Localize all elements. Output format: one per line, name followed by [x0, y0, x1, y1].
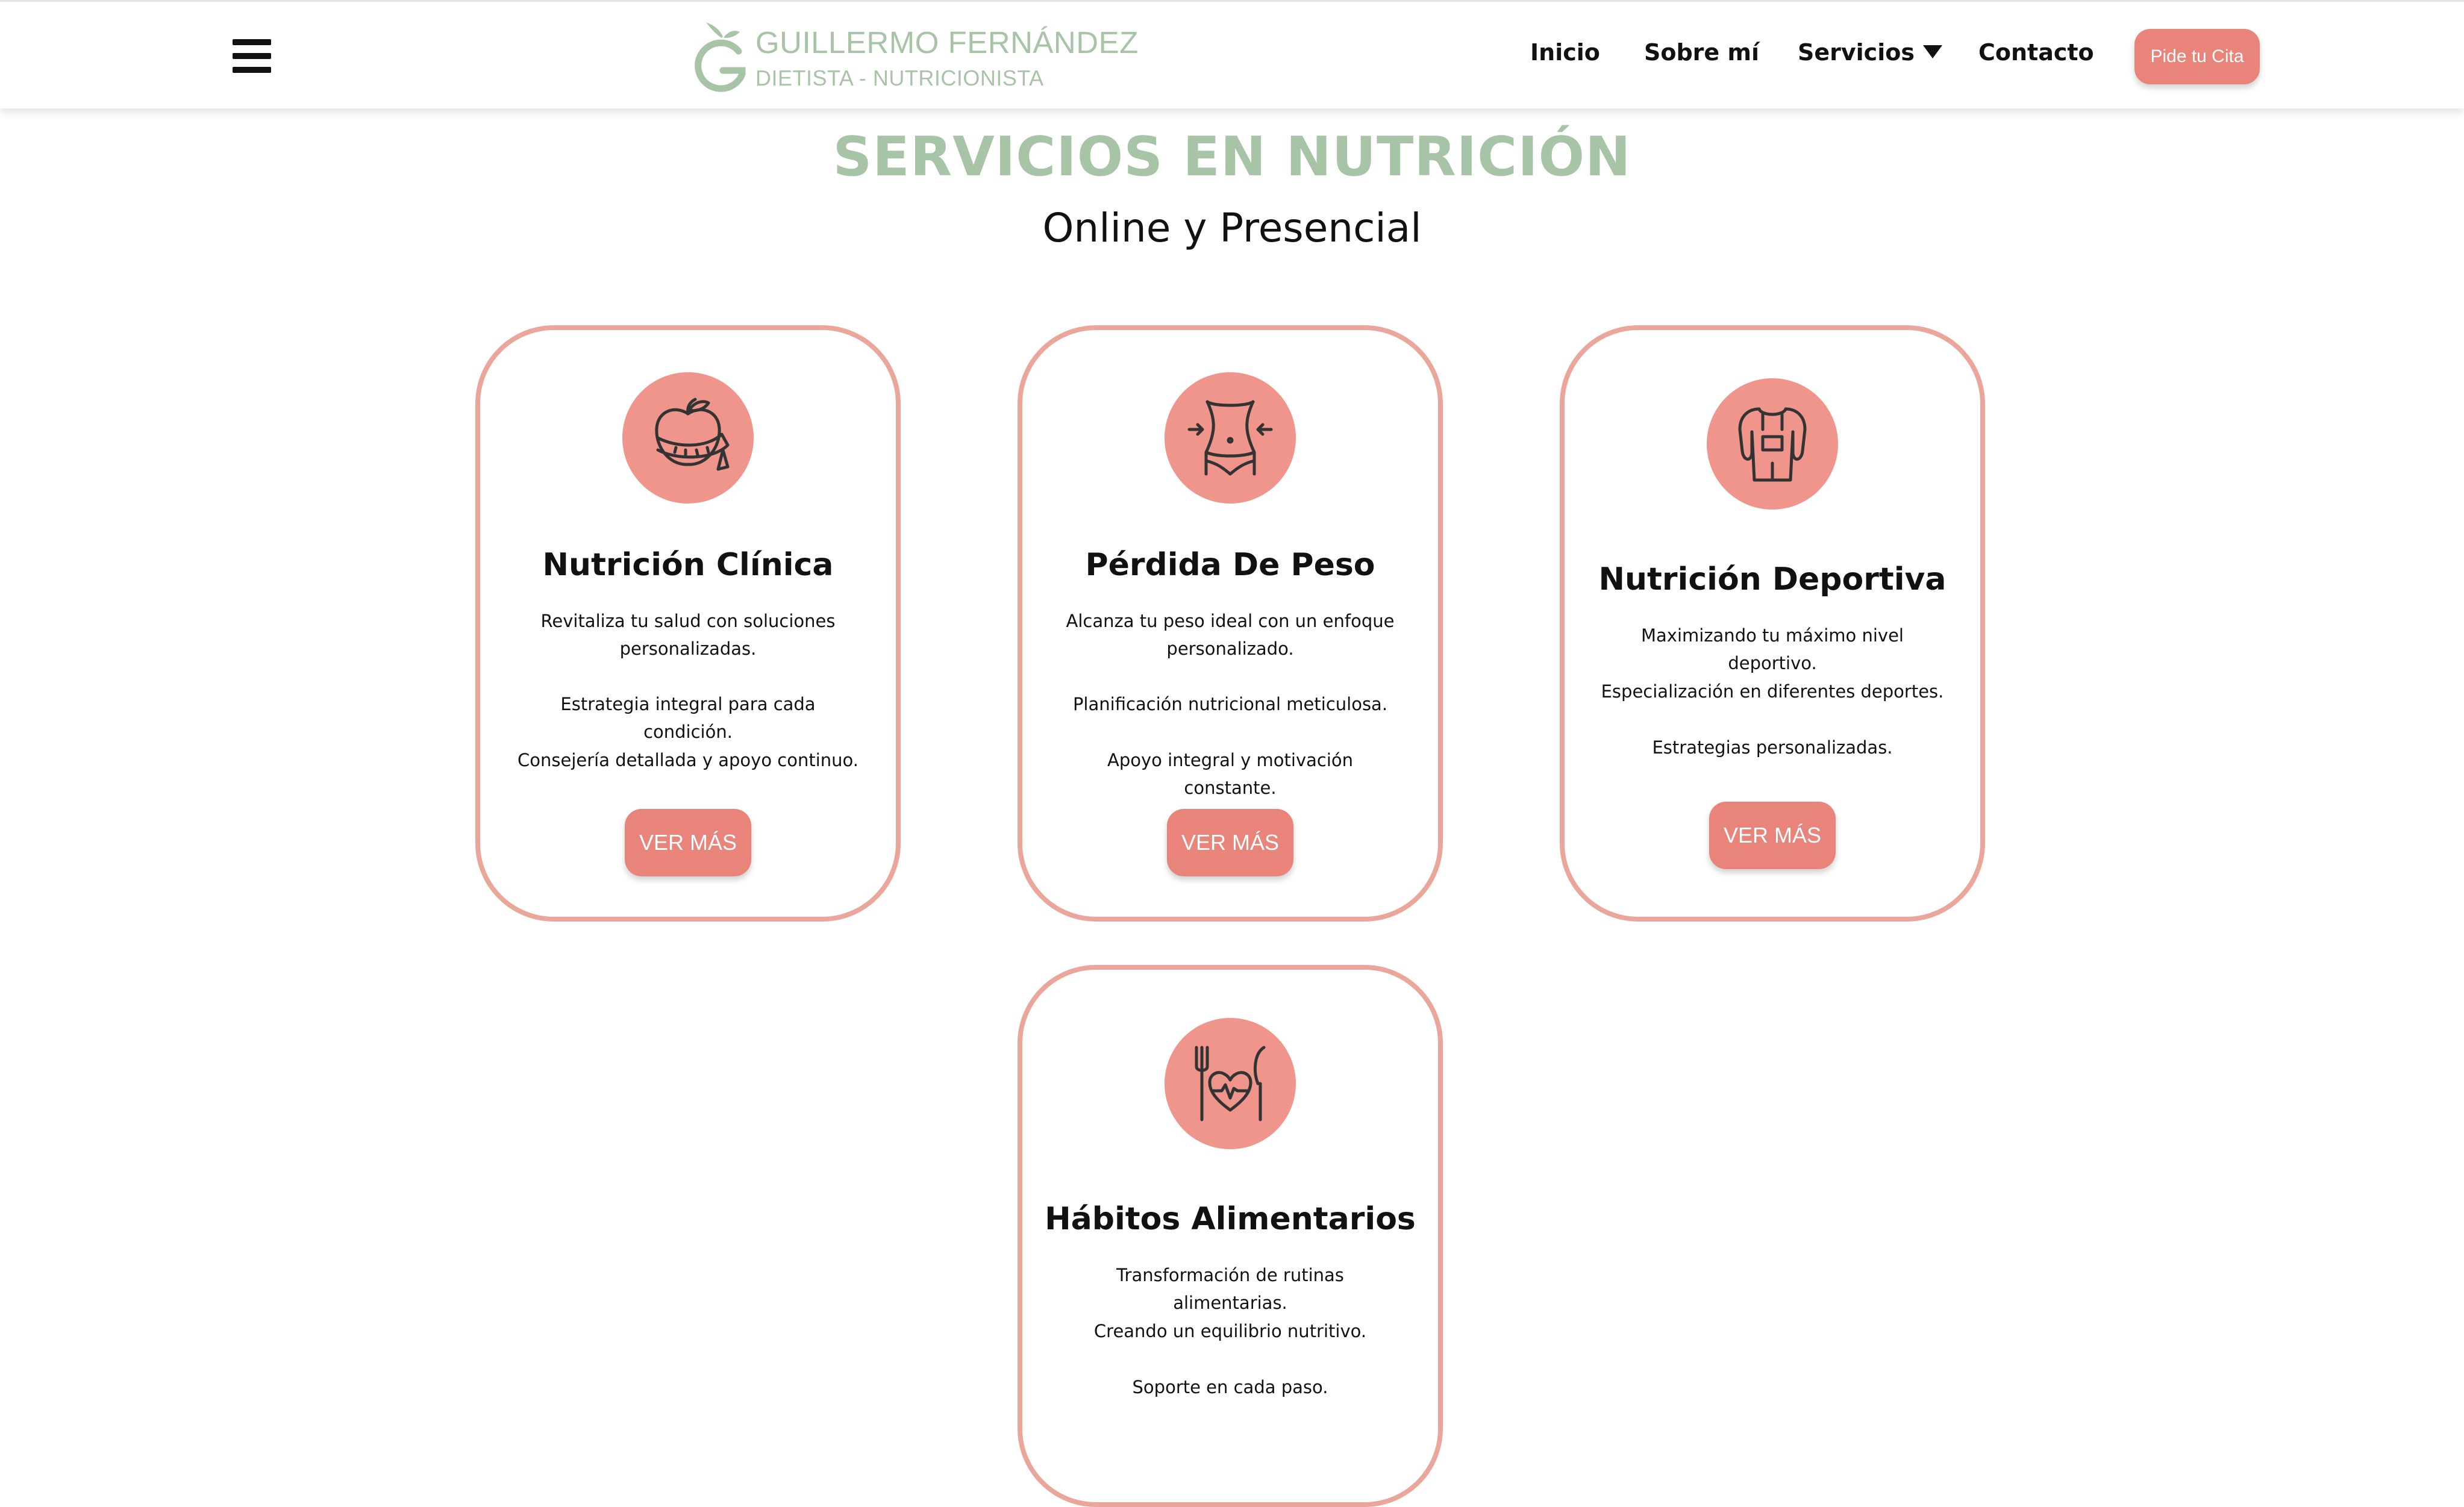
g-apple-logo-icon	[695, 22, 746, 92]
card-line: Soporte en cada paso.	[1132, 1377, 1328, 1397]
card-line: Maximizando tu máximo nivel deportivo.	[1641, 625, 1904, 673]
site-header: GUILLERMO FERNÁNDEZ DIETISTA - NUTRICION…	[0, 0, 2464, 108]
card-title: Nutrición Deportiva	[1598, 561, 1946, 597]
page-title: SERVICIOS EN NUTRICIÓN	[833, 125, 1631, 189]
card-line: Planificación nutricional meticulosa.	[1072, 694, 1388, 714]
logo-name: GUILLERMO FERNÁNDEZ	[755, 25, 1139, 60]
card-line: Creando un equilibrio nutritivo.	[1093, 1321, 1367, 1341]
service-card-nutricion-clinica: Nutrición Clínica Revitaliza tu salud co…	[475, 325, 901, 922]
book-appointment-button[interactable]: Pide tu Cita	[2134, 29, 2260, 84]
service-card-nutricion-deportiva: Nutrición Deportiva Maximizando tu máxim…	[1560, 325, 1985, 922]
service-card-perdida-de-peso: Pérdida De Peso Alcanza tu peso ideal co…	[1018, 325, 1443, 922]
hamburger-menu-icon[interactable]	[233, 39, 271, 73]
fork-knife-heart-icon	[1165, 1018, 1296, 1149]
card-line: Estrategia integral para cada condición.	[560, 694, 816, 742]
nav-servicios-label: Servicios	[1798, 39, 1915, 66]
card-title: Hábitos Alimentarios	[1045, 1201, 1416, 1237]
card-line: Estrategias personalizadas.	[1652, 737, 1893, 758]
nav-sobre-mi[interactable]: Sobre mí	[1644, 39, 1759, 66]
card-line: Transformación de rutinas alimentarias.	[1116, 1265, 1344, 1313]
card-line: Consejería detallada y apoyo continuo.	[518, 750, 858, 770]
page-subtitle: Online y Presencial	[1042, 205, 1422, 251]
ver-mas-button[interactable]: VER MÁS	[1709, 802, 1836, 869]
nav-servicios[interactable]: Servicios	[1798, 39, 1942, 66]
card-line: Revitaliza tu salud con soluciones perso…	[540, 611, 836, 659]
logo-subtitle: DIETISTA - NUTRICIONISTA	[755, 66, 1044, 90]
ver-mas-button[interactable]: VER MÁS	[625, 809, 751, 876]
site-logo[interactable]: GUILLERMO FERNÁNDEZ DIETISTA - NUTRICION…	[693, 20, 1138, 95]
nav-contacto[interactable]: Contacto	[1978, 39, 2094, 66]
athlete-torso-icon	[1707, 378, 1838, 510]
card-title: Pérdida De Peso	[1085, 547, 1375, 583]
ver-mas-button[interactable]: VER MÁS	[1167, 809, 1293, 876]
nav-inicio[interactable]: Inicio	[1530, 39, 1600, 66]
card-line: Alcanza tu peso ideal con un enfoque per…	[1066, 611, 1395, 659]
apple-measuring-tape-icon	[622, 372, 754, 504]
caret-down-icon	[1922, 45, 1942, 58]
card-line: Apoyo integral y motivación constante.	[1107, 750, 1353, 798]
card-line: Especialización en diferentes deportes.	[1601, 681, 1944, 702]
service-card-habitos-alimentarios: Hábitos Alimentarios Transformación de r…	[1018, 965, 1443, 1507]
waist-slimming-icon	[1165, 372, 1296, 504]
card-title: Nutrición Clínica	[542, 547, 834, 583]
